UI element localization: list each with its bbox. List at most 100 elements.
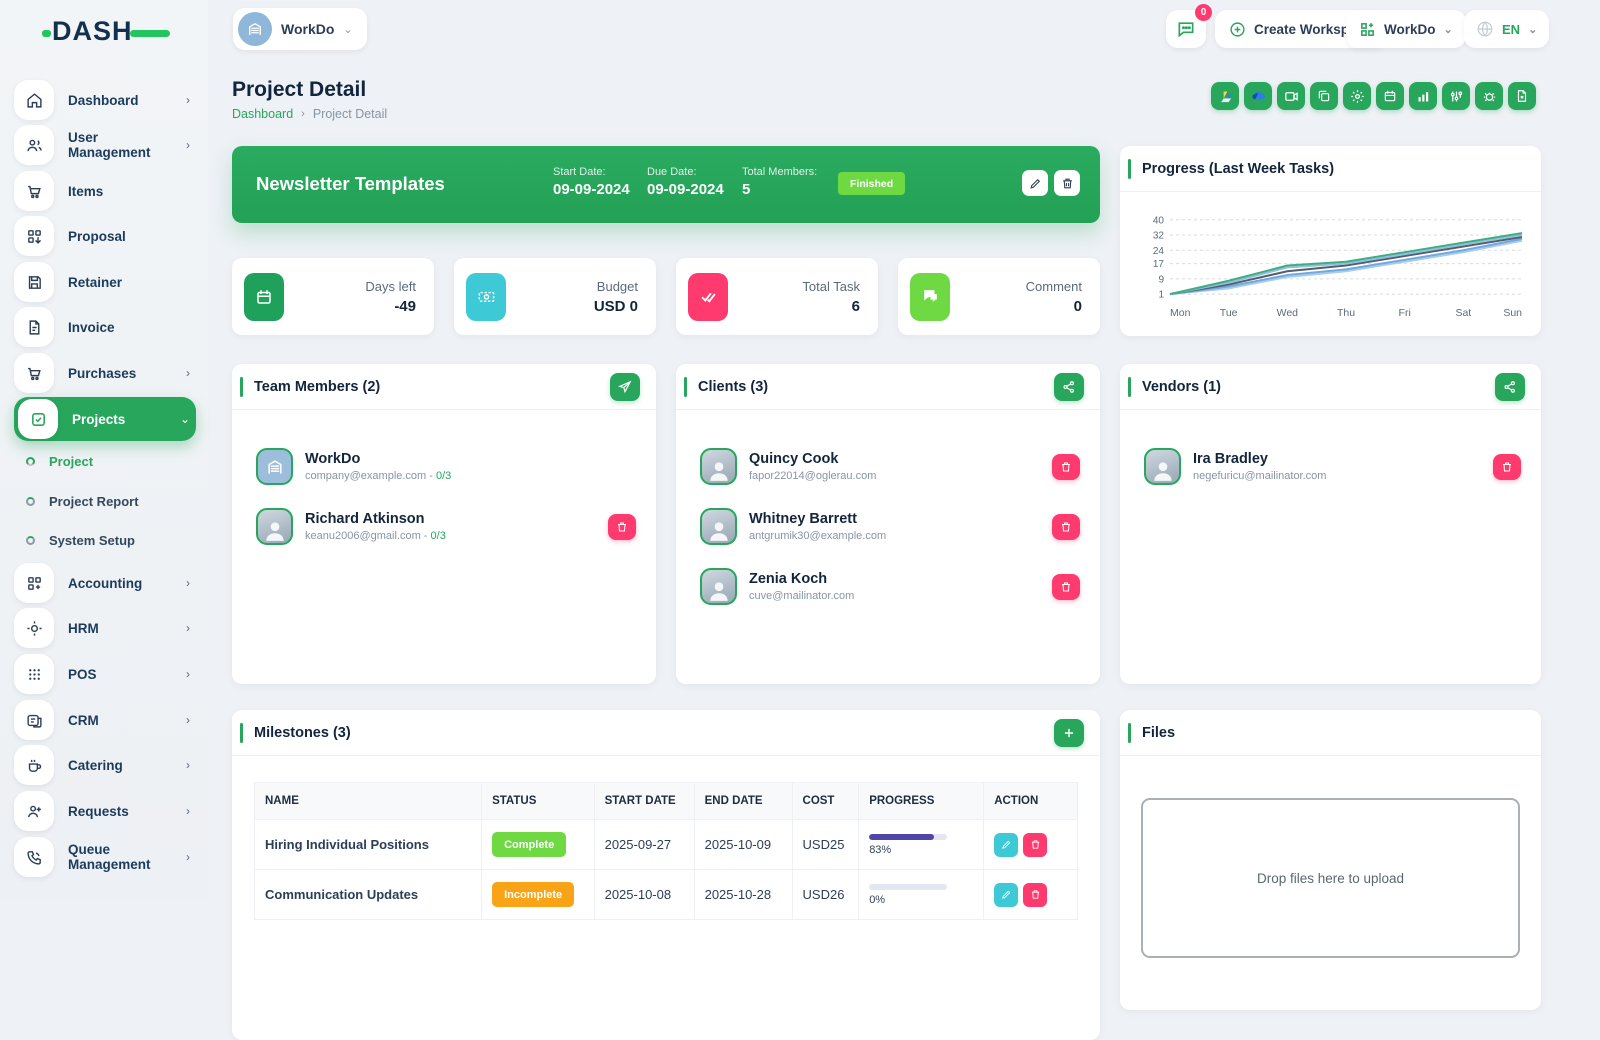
accent-bar <box>1128 159 1131 179</box>
delete-vendor-button[interactable] <box>1493 454 1521 480</box>
chevron-down-icon: ⌄ <box>1528 23 1537 36</box>
invite-member-button[interactable] <box>610 373 640 401</box>
sidebar-item-accounting[interactable]: Accounting › <box>14 561 196 605</box>
sidebar-item-items[interactable]: Items <box>14 169 196 213</box>
progress-bar <box>869 884 947 890</box>
accent-bar <box>240 723 243 743</box>
svg-text:Wed: Wed <box>1277 307 1299 319</box>
grid-icon <box>14 216 54 256</box>
share-vendors-button[interactable] <box>1495 373 1525 401</box>
delete-member-button[interactable] <box>608 514 636 540</box>
file-icon <box>14 307 54 347</box>
sidebar-item-label: Purchases <box>68 366 172 381</box>
sidebar-subitem-project-report[interactable]: Project Report <box>26 485 196 517</box>
delete-milestone-button[interactable] <box>1023 833 1047 857</box>
edit-milestone-button[interactable] <box>994 883 1018 907</box>
sidebar-item-retainer[interactable]: Retainer <box>14 260 196 304</box>
chevron-right-icon: › <box>186 758 190 772</box>
accent-bar <box>684 377 687 397</box>
sidebar-item-label: Accounting <box>68 576 172 591</box>
sidebar-subitem-system-setup[interactable]: System Setup <box>26 524 196 556</box>
sidebar-item-label: CRM <box>68 713 172 728</box>
series-dark <box>1170 237 1522 294</box>
column-header: START DATE <box>594 783 694 820</box>
delete-project-button[interactable] <box>1054 170 1080 196</box>
milestones-title: Milestones (3) <box>254 725 1054 741</box>
coffee-icon <box>14 745 54 785</box>
progress-label: 83% <box>869 844 973 856</box>
vendor-name: Ira Bradley <box>1193 451 1481 467</box>
sidebar-item-proposal[interactable]: Proposal <box>14 214 196 258</box>
avatar <box>256 508 293 545</box>
share-clients-button[interactable] <box>1054 373 1084 401</box>
chevron-right-icon: › <box>301 108 305 120</box>
delete-client-button[interactable] <box>1052 574 1080 600</box>
sidebar-item-queue-management[interactable]: Queue Management › <box>14 835 196 879</box>
calendar-icon[interactable] <box>1376 82 1404 110</box>
sidebar-item-catering[interactable]: Catering › <box>14 743 196 787</box>
chevron-right-icon: › <box>186 93 190 107</box>
sidebar-item-purchases[interactable]: Purchases › <box>14 351 196 395</box>
sidebar-item-dashboard[interactable]: Dashboard › <box>14 78 196 122</box>
bug-icon[interactable] <box>1475 82 1503 110</box>
gear-icon[interactable] <box>1343 82 1371 110</box>
breadcrumb-dashboard-link[interactable]: Dashboard <box>232 107 293 121</box>
chevron-right-icon: › <box>186 366 190 380</box>
client-name: Quincy Cook <box>749 451 1040 467</box>
workspace-switcher[interactable]: WorkDo ⌄ <box>233 8 367 50</box>
language-selector[interactable]: EN ⌄ <box>1464 10 1549 48</box>
sidebar-item-projects[interactable]: Projects ⌄ <box>14 397 196 441</box>
column-header: COST <box>792 783 859 820</box>
delete-client-button[interactable] <box>1052 454 1080 480</box>
sidebar-item-pos[interactable]: POS › <box>14 652 196 696</box>
edit-milestone-button[interactable] <box>994 833 1018 857</box>
drive-icon[interactable] <box>1211 82 1239 110</box>
delete-client-button[interactable] <box>1052 514 1080 540</box>
vendor-row: Ira Bradley negefuricu@mailinator.com <box>1144 448 1521 485</box>
svg-text:Tue: Tue <box>1220 307 1238 319</box>
sidebar-item-label: Projects <box>72 412 166 427</box>
double-check-icon <box>688 273 728 321</box>
chevron-down-icon: ⌄ <box>1444 23 1453 36</box>
onedrive-icon[interactable] <box>1244 82 1272 110</box>
file-dropzone[interactable]: Drop files here to upload <box>1141 798 1520 958</box>
column-header: ACTION <box>984 783 1078 820</box>
sidebar-item-requests[interactable]: Requests › <box>14 789 196 833</box>
client-row: Whitney Barrett antgrumik30@example.com <box>700 508 1080 545</box>
sidebar-item-hrm[interactable]: HRM › <box>14 606 196 650</box>
project-banner: Newsletter Templates Start Date: 09-09-2… <box>232 146 1100 223</box>
video-icon[interactable] <box>1277 82 1305 110</box>
add-milestone-button[interactable] <box>1054 719 1084 747</box>
delete-milestone-button[interactable] <box>1023 883 1047 907</box>
status-badge: Finished <box>838 172 905 195</box>
sidebar-item-invoice[interactable]: Invoice <box>14 305 196 349</box>
sidebar-item-label: POS <box>68 667 172 682</box>
svg-text:Fri: Fri <box>1399 307 1411 319</box>
breadcrumb: Dashboard › Project Detail <box>232 107 387 121</box>
money-icon <box>466 273 506 321</box>
copy-icon[interactable] <box>1310 82 1338 110</box>
chevron-right-icon: › <box>186 713 190 727</box>
stat-card-total-task: Total Task6 <box>676 258 878 335</box>
stat-value: USD 0 <box>506 298 638 315</box>
sidebar-subitem-project[interactable]: Project <box>26 445 196 477</box>
client-email: fapor22014@oglerau.com <box>749 470 1040 482</box>
edit-project-button[interactable] <box>1022 170 1048 196</box>
avatar <box>700 448 737 485</box>
svg-text:40: 40 <box>1153 215 1165 226</box>
column-header: NAME <box>255 783 482 820</box>
sliders-icon[interactable] <box>1442 82 1470 110</box>
sidebar-item-crm[interactable]: CRM › <box>14 698 196 742</box>
sidebar-item-user-management[interactable]: User Management › <box>14 123 196 167</box>
app-logo[interactable]: DASH <box>52 16 162 50</box>
client-name: Zenia Koch <box>749 571 1040 587</box>
client-row: Zenia Koch cuve@mailinator.com <box>700 568 1080 605</box>
bar-chart-icon[interactable] <box>1409 82 1437 110</box>
send-icon <box>618 380 632 394</box>
workspace-name: WorkDo <box>281 21 334 37</box>
calendar-icon <box>244 273 284 321</box>
svg-text:24: 24 <box>1153 246 1165 257</box>
document-icon[interactable] <box>1508 82 1536 110</box>
workdo-dropdown[interactable]: WorkDo ⌄ <box>1346 10 1466 48</box>
messages-button[interactable]: 0 <box>1166 10 1206 48</box>
